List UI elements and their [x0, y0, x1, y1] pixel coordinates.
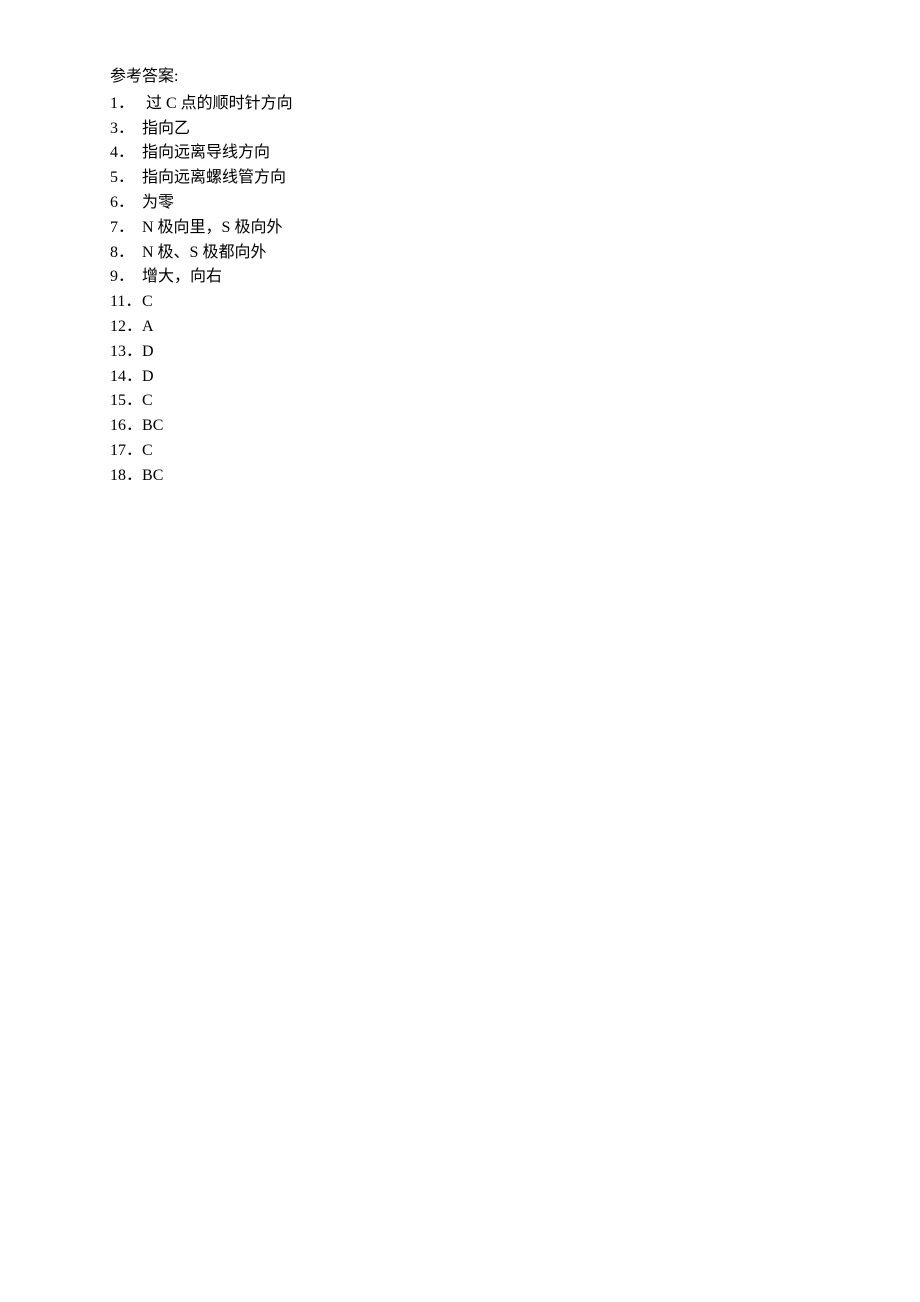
answer-number: 4．: [110, 141, 142, 166]
answer-number: 7．: [110, 216, 142, 241]
answer-text: 指向远离导线方向: [142, 141, 270, 166]
answer-number: 5．: [110, 166, 142, 191]
answer-text: D: [142, 340, 154, 365]
answer-row: 4． 指向远离导线方向: [110, 141, 810, 166]
answer-number: 3．: [110, 117, 142, 142]
answer-text: C: [142, 389, 153, 414]
answer-text: 增大，向右: [142, 265, 222, 290]
answer-row: 3． 指向乙: [110, 117, 810, 142]
answer-number: 17．: [110, 439, 142, 464]
answer-text: BC: [142, 464, 163, 489]
answer-row: 13． D: [110, 340, 810, 365]
answer-number: 15．: [110, 389, 142, 414]
answer-row: 18． BC: [110, 464, 810, 489]
answer-number: 13．: [110, 340, 142, 365]
answer-text: 为零: [142, 191, 174, 216]
answer-number: 8．: [110, 241, 142, 266]
answer-text: 指向远离螺线管方向: [142, 166, 286, 191]
answer-text: N 极、S 极都向外: [142, 241, 266, 266]
answer-text: C: [142, 290, 153, 315]
answer-text: C: [142, 439, 153, 464]
answer-row: 12． A: [110, 315, 810, 340]
answer-text: A: [142, 315, 154, 340]
answer-row: 6． 为零: [110, 191, 810, 216]
answer-number: 16．: [110, 414, 142, 439]
answer-row: 7． N 极向里，S 极向外: [110, 216, 810, 241]
answer-text: N 极向里，S 极向外: [142, 216, 282, 241]
answer-row: 11． C: [110, 290, 810, 315]
answer-row: 16． BC: [110, 414, 810, 439]
answer-text: D: [142, 365, 154, 390]
answer-number: 11．: [110, 290, 142, 315]
answer-row: 8． N 极、S 极都向外: [110, 241, 810, 266]
answer-text: 指向乙: [142, 117, 190, 142]
answer-row: 9． 增大，向右: [110, 265, 810, 290]
answer-number: 14．: [110, 365, 142, 390]
answer-row: 15． C: [110, 389, 810, 414]
answer-number: 12．: [110, 315, 142, 340]
answer-number: 6．: [110, 191, 142, 216]
answer-text: BC: [142, 414, 163, 439]
answer-row: 1． 过 C 点的顺时针方向: [110, 92, 810, 117]
answer-row: 14． D: [110, 365, 810, 390]
answer-number: 1．: [110, 92, 142, 117]
answer-number: 9．: [110, 265, 142, 290]
answer-number: 18．: [110, 464, 142, 489]
answer-text: 过 C 点的顺时针方向: [142, 92, 293, 117]
answer-key-title: 参考答案:: [110, 65, 810, 90]
answer-row: 5． 指向远离螺线管方向: [110, 166, 810, 191]
answer-row: 17． C: [110, 439, 810, 464]
